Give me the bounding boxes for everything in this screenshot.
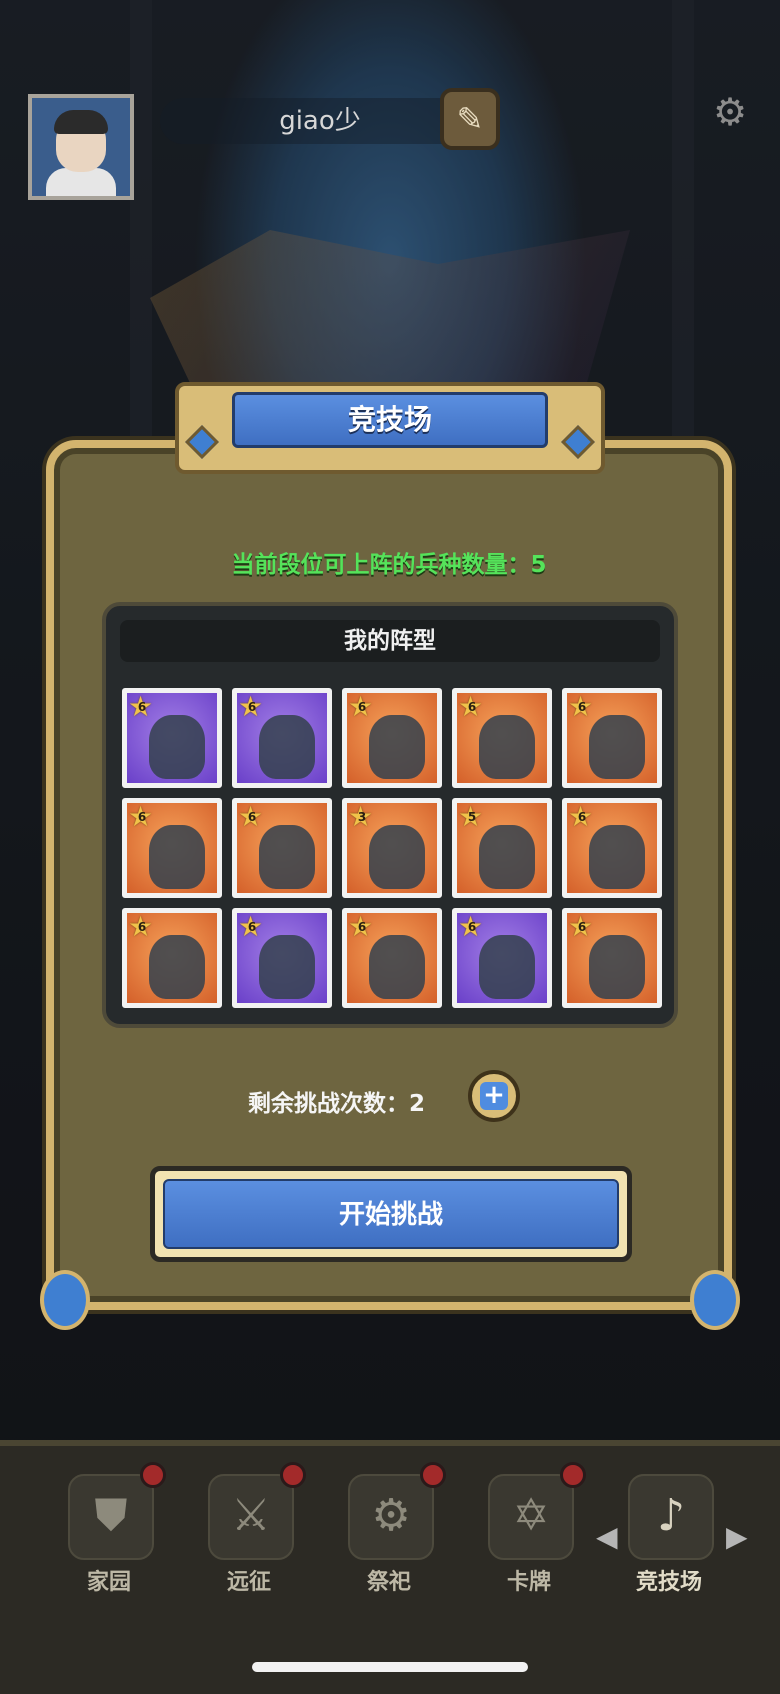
altar-icon: ⚙ (348, 1474, 434, 1560)
unit-card[interactable]: ★ 6 (452, 688, 552, 788)
slots-info: 当前段位可上阵的兵种数量：5 (231, 552, 547, 578)
unit-star-level: 6 (357, 920, 367, 934)
remaining-challenges: 剩余挑战次数：2 (248, 1091, 426, 1117)
unit-card[interactable]: ★ 3 (342, 798, 442, 898)
home-indicator (252, 1662, 528, 1672)
unit-star-level: 6 (137, 920, 147, 934)
unit-portrait (259, 825, 315, 889)
unit-star-level: 5 (467, 810, 477, 824)
unit-portrait (589, 935, 645, 999)
plus-icon: + (480, 1082, 508, 1110)
unit-portrait (149, 715, 205, 779)
unit-portrait (479, 935, 535, 999)
unit-star-level: 6 (247, 810, 257, 824)
unit-star-level: 6 (247, 920, 257, 934)
nav-item-home[interactable]: ⛊ 家园 (54, 1462, 166, 1614)
unit-card[interactable]: ★ 6 (232, 908, 332, 1008)
bottom-nav: ⛊ 家园 ⚔ 远征 ⚙ 祭祀 ✡ 卡牌 ♪ 竞技场 (0, 1440, 780, 1694)
unit-portrait (149, 825, 205, 889)
settings-gear-icon[interactable]: ⚙ (710, 92, 750, 132)
start-challenge-label: 开始挑战 (163, 1179, 619, 1249)
notification-dot (140, 1462, 166, 1488)
horn-icon: ♪ (628, 1474, 714, 1560)
crossed-swords-icon: ⚔ (208, 1474, 294, 1560)
formation-title: 我的阵型 (120, 620, 660, 662)
player-avatar[interactable] (28, 94, 134, 200)
unit-card[interactable]: ★ 6 (342, 688, 442, 788)
nav-item-sacrifice[interactable]: ⚙ 祭祀 (334, 1462, 446, 1614)
add-challenges-button[interactable]: + (468, 1070, 520, 1122)
unit-star-level: 6 (577, 810, 587, 824)
edit-name-button[interactable]: ✎ (440, 88, 500, 150)
formation-box: 我的阵型 ★ 6 ★ 6 ★ 6 ★ 6 ★ 6 ★ 6 ★ 6 ★ 3 ★ 5 ★ 6 ★ 6 ★ 6 ★ 6 ★ 6 ★ 6 (102, 602, 678, 1028)
unit-card[interactable]: ★ 6 (452, 908, 552, 1008)
nav-label: 卡牌 (506, 1570, 551, 1595)
unit-star-level: 6 (357, 700, 367, 714)
unit-card[interactable]: ★ 6 (232, 688, 332, 788)
panel-title: 竞技场 (232, 392, 548, 448)
unit-star-level: 6 (577, 920, 587, 934)
nav-left-arrow-icon[interactable]: ◀ (596, 1520, 618, 1553)
unit-star-level: 6 (467, 920, 477, 934)
notification-dot (420, 1462, 446, 1488)
unit-star-level: 6 (137, 700, 147, 714)
unit-portrait (149, 935, 205, 999)
unit-portrait (589, 715, 645, 779)
nav-item-cards[interactable]: ✡ 卡牌 (474, 1462, 586, 1614)
edit-icon: ✎ (456, 100, 484, 138)
nav-label: 祭祀 (366, 1570, 411, 1595)
player-name: giao少 (160, 98, 480, 144)
unit-star-level: 6 (247, 700, 257, 714)
nav-label: 竞技场 (635, 1570, 702, 1595)
shield-icon: ⛊ (68, 1474, 154, 1560)
unit-card[interactable]: ★ 6 (122, 798, 222, 898)
unit-star-level: 6 (137, 810, 147, 824)
unit-star-level: 3 (357, 810, 367, 824)
unit-portrait (259, 715, 315, 779)
unit-portrait (589, 825, 645, 889)
nav-item-expedition[interactable]: ⚔ 远征 (194, 1462, 306, 1614)
notification-dot (280, 1462, 306, 1488)
unit-portrait (369, 825, 425, 889)
unit-card[interactable]: ★ 6 (562, 688, 662, 788)
nav-item-arena[interactable]: ♪ 竞技场 (614, 1474, 724, 1614)
unit-card[interactable]: ★ 6 (122, 688, 222, 788)
unit-star-level: 6 (467, 700, 477, 714)
nav-label: 远征 (226, 1570, 271, 1595)
unit-card[interactable]: ★ 6 (232, 798, 332, 898)
unit-card[interactable]: ★ 6 (342, 908, 442, 1008)
unit-card[interactable]: ★ 6 (562, 798, 662, 898)
unit-portrait (369, 715, 425, 779)
panel-corner-gem (40, 1270, 90, 1330)
unit-card[interactable]: ★ 6 (562, 908, 662, 1008)
unit-card[interactable]: ★ 6 (122, 908, 222, 1008)
notification-dot (560, 1462, 586, 1488)
unit-portrait (369, 935, 425, 999)
nav-right-arrow-icon[interactable]: ▶ (726, 1520, 748, 1553)
unit-portrait (259, 935, 315, 999)
nav-label: 家园 (86, 1570, 131, 1595)
start-challenge-button[interactable]: 开始挑战 (150, 1166, 632, 1262)
card-icon: ✡ (488, 1474, 574, 1560)
panel-corner-gem (690, 1270, 740, 1330)
unit-portrait (479, 825, 535, 889)
unit-portrait (479, 715, 535, 779)
unit-star-level: 6 (577, 700, 587, 714)
unit-card[interactable]: ★ 5 (452, 798, 552, 898)
